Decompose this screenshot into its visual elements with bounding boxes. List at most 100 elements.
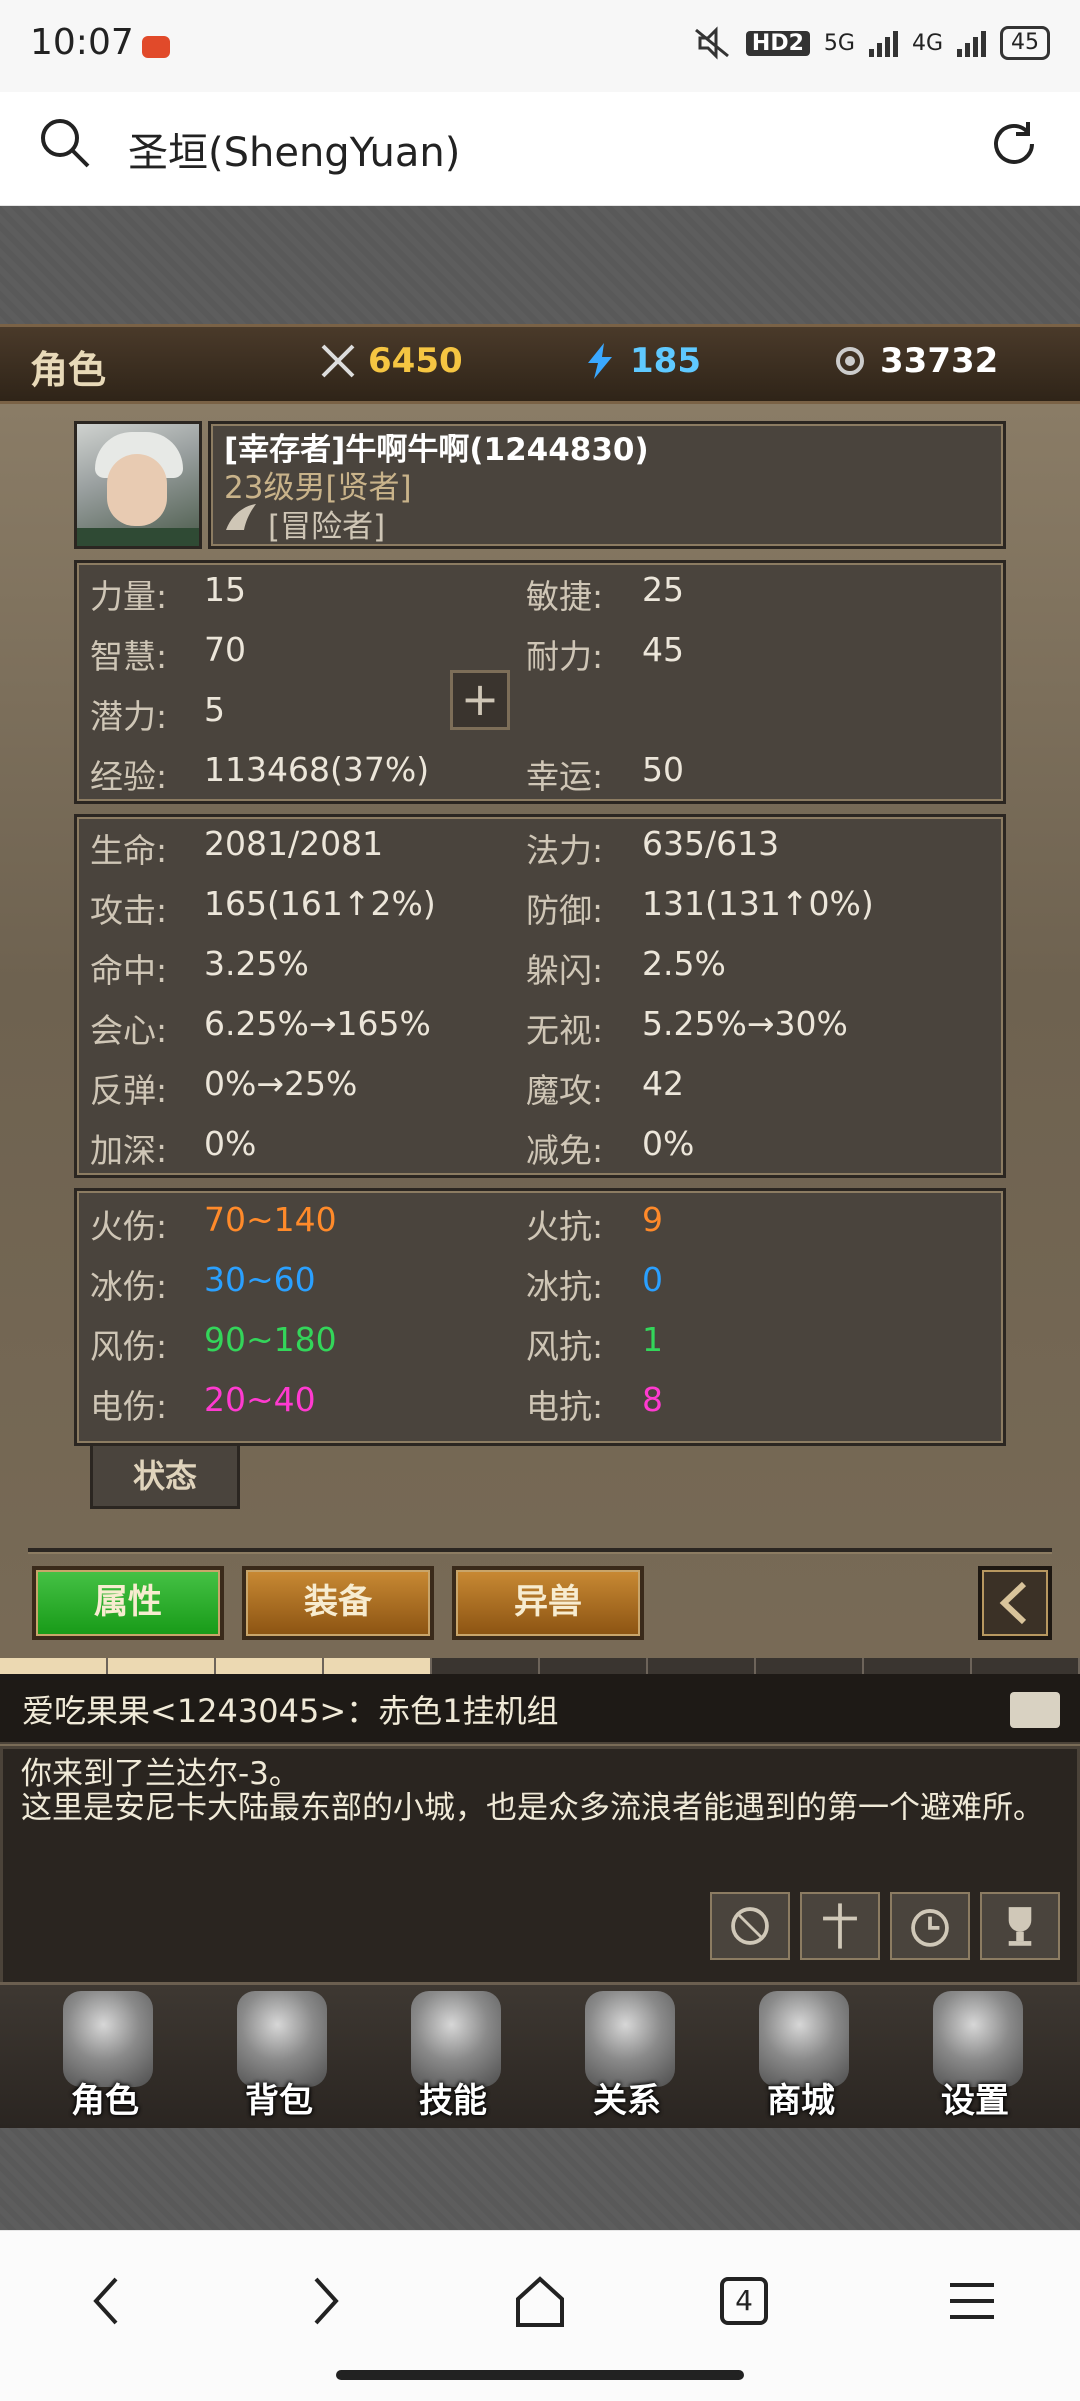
mute-icon xyxy=(694,26,729,60)
status-icons: HD2 5G 4G 45 xyxy=(692,26,1050,60)
stat-label: 火抗: xyxy=(526,1207,604,1246)
stat-label: 无视: xyxy=(526,1011,604,1050)
stat-value: 8 xyxy=(642,1380,663,1419)
character-title: [冒险者] xyxy=(268,509,386,545)
stat-label: 躲闪: xyxy=(526,951,604,990)
stat-value: 165(161↑2%) xyxy=(204,884,436,923)
stat-value: 9 xyxy=(642,1200,663,1239)
tab-beasts[interactable]: 异兽 xyxy=(452,1566,644,1640)
character-avatar[interactable] xyxy=(74,421,202,549)
stat-label: 电抗: xyxy=(526,1387,604,1426)
gold-value: 33732 xyxy=(880,341,999,381)
stat-label: 冰伤: xyxy=(90,1267,168,1306)
clock-shortcut-icon[interactable] xyxy=(890,1892,970,1960)
nav-label: 角色 xyxy=(71,2081,139,2121)
divider xyxy=(28,1548,1052,1554)
stat-value: 2081/2081 xyxy=(204,824,384,863)
stat-label: 命中: xyxy=(90,951,168,990)
add-points-button[interactable]: + xyxy=(450,670,510,730)
stat-label: 幸运: xyxy=(526,757,604,796)
stat-label: 会心: xyxy=(90,1011,168,1050)
chat-message: 你来到了兰达尔-3。 这里是安尼卡大陆最东部的小城，也是众多流浪者能遇到的第一个… xyxy=(21,1756,1044,1826)
gear-shortcut-icon[interactable] xyxy=(710,1892,790,1960)
game-bottom-padding xyxy=(0,2128,1080,2230)
chevron-left-icon xyxy=(999,1581,1027,1625)
stat-value: 50 xyxy=(642,750,684,789)
nav-settings[interactable]: 设置 xyxy=(900,1985,1050,2131)
stat-value: 30~60 xyxy=(204,1260,316,1299)
nav-shop[interactable]: 商城 xyxy=(726,1985,876,2131)
gear-coin-icon xyxy=(836,347,864,375)
attack-stat: 6450 xyxy=(318,341,463,381)
stat-label: 电伤: xyxy=(90,1387,168,1426)
nav-skills[interactable]: 技能 xyxy=(378,1985,528,2131)
app-notification-icon xyxy=(142,36,170,58)
nav-relations[interactable]: 关系 xyxy=(552,1985,702,2131)
game-bottom-nav: 角色 背包 技能 关系 商城 设置 xyxy=(0,1982,1080,2128)
status-tab[interactable]: 状态 xyxy=(90,1443,240,1509)
stat-value: 3.25% xyxy=(204,944,309,983)
stat-label: 风伤: xyxy=(90,1327,168,1366)
status-bar: 10:07 HD2 5G 4G 45 xyxy=(0,0,1080,92)
stat-value: 45 xyxy=(642,630,684,669)
stat-label: 法力: xyxy=(526,831,604,870)
battery-indicator: 45 xyxy=(1000,26,1050,60)
stat-value: 70~140 xyxy=(204,1200,337,1239)
stat-value: 0%→25% xyxy=(204,1064,358,1103)
stat-label: 潜力: xyxy=(90,697,168,736)
stat-value: 0% xyxy=(642,1124,695,1163)
stat-label: 力量: xyxy=(90,577,168,616)
stat-label: 加深: xyxy=(90,1131,168,1170)
trophy-shortcut-icon[interactable] xyxy=(980,1892,1060,1960)
stat-label: 经验: xyxy=(90,757,168,796)
chat-latest[interactable]: 爱吃果果<1243045>：赤色1挂机组 xyxy=(0,1674,1080,1744)
browser-address-bar[interactable]: 圣垣(ShengYuan) xyxy=(0,92,1080,206)
nav-bag[interactable]: 背包 xyxy=(204,1985,354,2131)
chat-bubble-icon[interactable] xyxy=(1010,1692,1060,1728)
attack-value: 6450 xyxy=(368,341,463,381)
tab-equipment[interactable]: 装备 xyxy=(242,1566,434,1640)
gold-stat: 33732 xyxy=(830,341,998,381)
tabs-button[interactable]: 4 xyxy=(720,2277,768,2325)
stat-label: 攻击: xyxy=(90,891,168,930)
stat-value: 635/613 xyxy=(642,824,780,863)
tab-attributes[interactable]: 属性 xyxy=(32,1566,224,1640)
stat-label: 风抗: xyxy=(526,1327,604,1366)
energy-stat: 185 xyxy=(580,341,701,381)
stat-value: 42 xyxy=(642,1064,684,1103)
stat-value: 20~40 xyxy=(204,1380,316,1419)
crossed-swords-icon xyxy=(321,344,355,378)
nav-label: 技能 xyxy=(419,2081,487,2121)
network-5g: 5G xyxy=(823,30,855,56)
stat-value: 5.25%→30% xyxy=(642,1004,848,1043)
stat-label: 火伤: xyxy=(90,1207,168,1246)
lightning-icon xyxy=(588,343,612,379)
stat-value: 0% xyxy=(204,1124,257,1163)
menu-icon[interactable] xyxy=(936,2265,1008,2337)
forward-arrow-icon[interactable] xyxy=(288,2265,360,2337)
progress-bar xyxy=(0,1658,1080,1674)
signal-icon xyxy=(957,29,986,57)
stat-label: 智慧: xyxy=(90,637,168,676)
home-icon[interactable] xyxy=(504,2265,576,2337)
back-button[interactable] xyxy=(978,1566,1052,1640)
nav-character[interactable]: 角色 xyxy=(30,1985,180,2131)
stat-label: 防御: xyxy=(526,891,604,930)
status-time: 10:07 xyxy=(30,22,134,63)
refresh-icon[interactable] xyxy=(986,116,1042,172)
tree-shortcut-icon[interactable] xyxy=(800,1892,880,1960)
stat-value: 90~180 xyxy=(204,1320,337,1359)
stat-label: 冰抗: xyxy=(526,1267,604,1306)
hd-badge: HD2 xyxy=(745,30,810,56)
nav-label: 设置 xyxy=(941,2081,1009,2121)
back-arrow-icon[interactable] xyxy=(72,2265,144,2337)
page-title[interactable]: 圣垣(ShengYuan) xyxy=(128,120,460,178)
search-icon[interactable] xyxy=(38,116,92,170)
nav-label: 背包 xyxy=(245,2081,313,2121)
signal-icon xyxy=(868,29,898,57)
game-canvas: 角色 6450 185 33732 [幸存者]牛啊牛啊(1244830) 23级… xyxy=(0,206,1080,2230)
stat-label: 魔攻: xyxy=(526,1071,604,1110)
energy-value: 185 xyxy=(630,341,701,381)
stat-value: 0 xyxy=(642,1260,663,1299)
nav-label: 商城 xyxy=(767,2081,835,2121)
